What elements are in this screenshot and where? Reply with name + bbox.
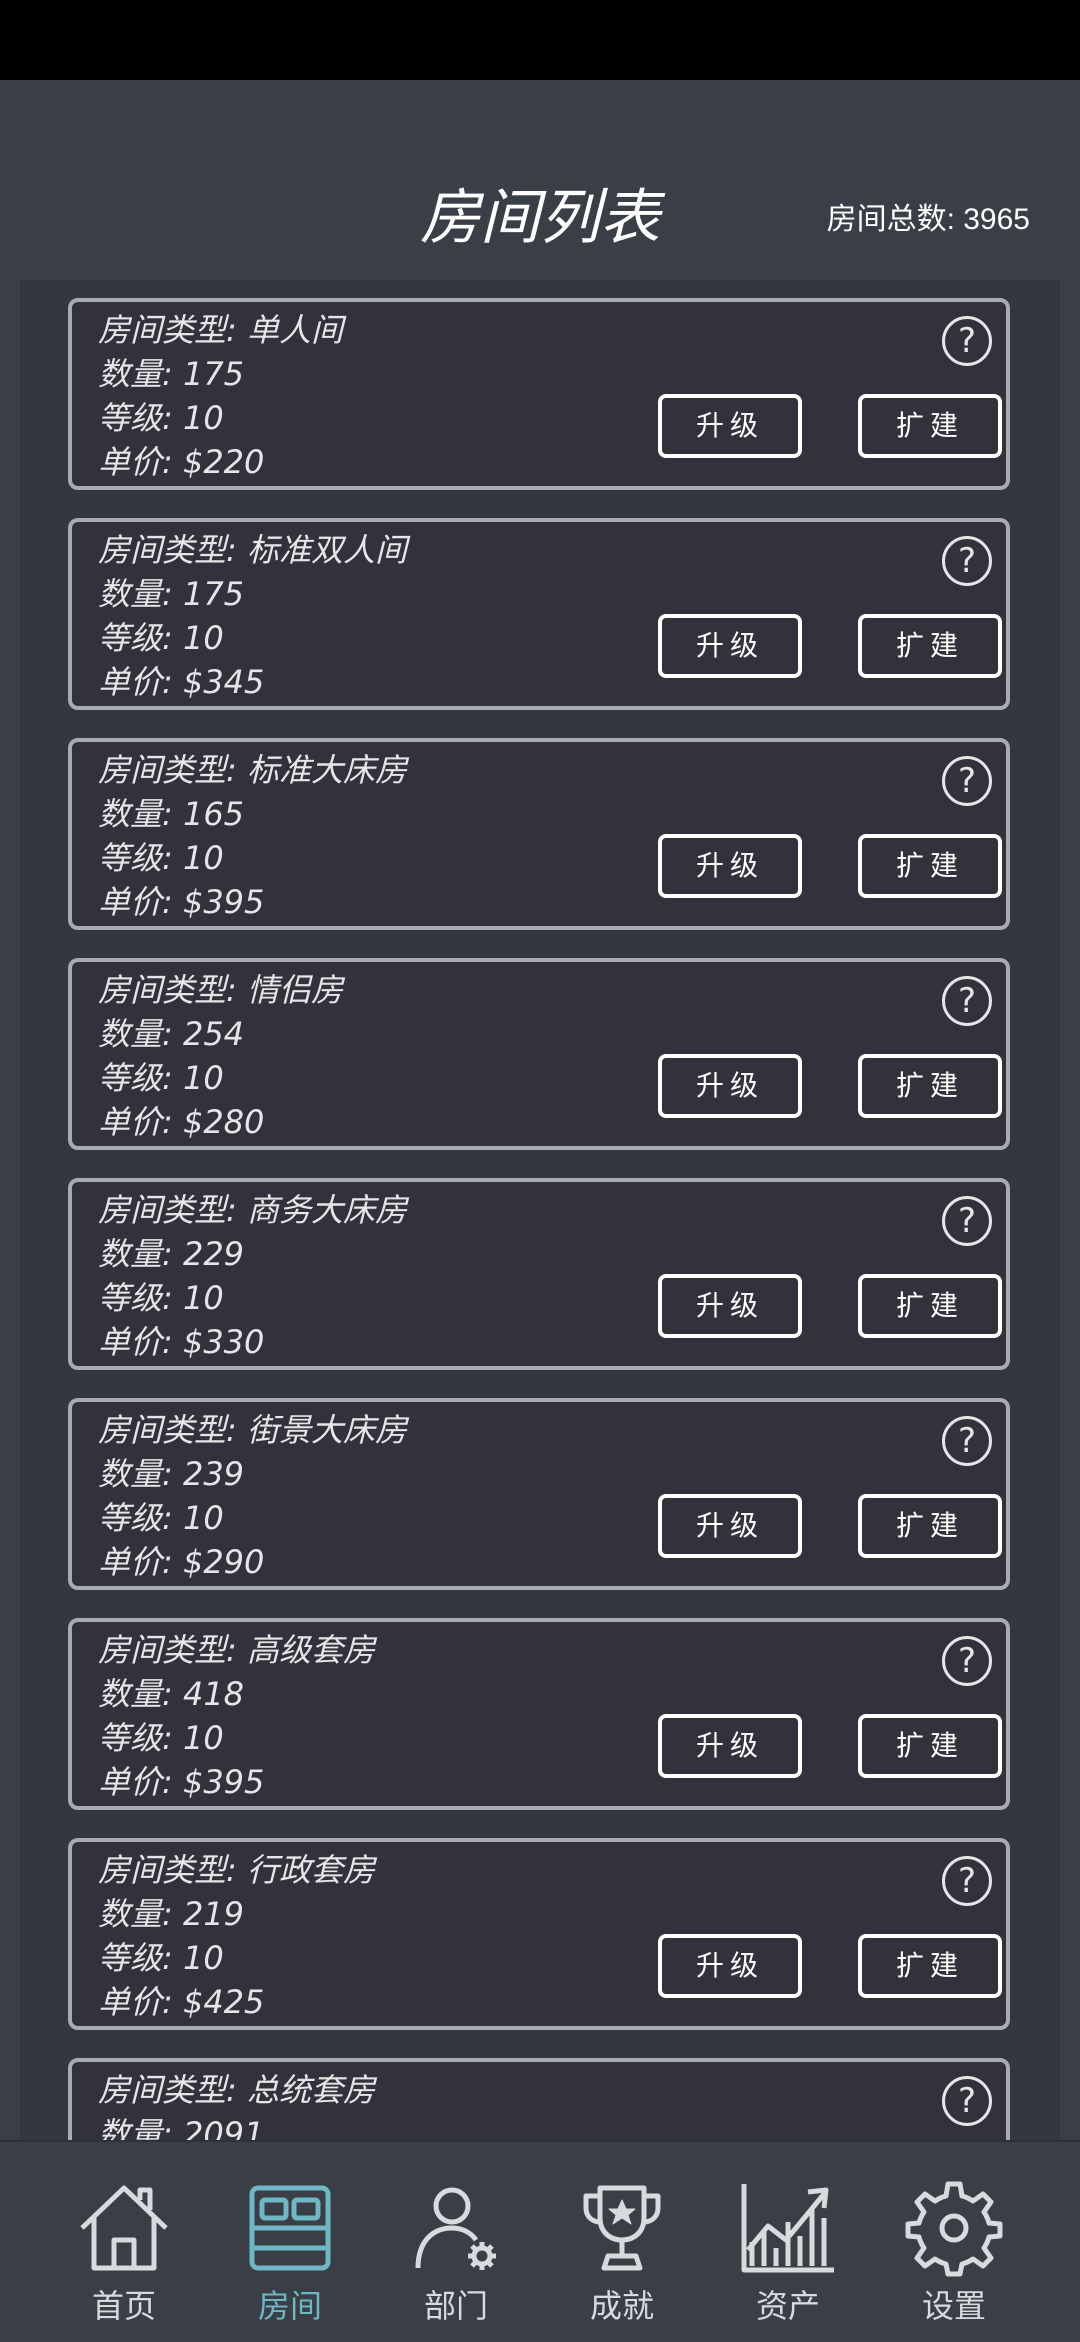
help-icon[interactable]: ? [942,2076,992,2126]
tab-label: 部门 [423,2287,488,2325]
tab-label: 设置 [921,2287,986,2325]
tab-assets[interactable]: 资产 [705,2142,871,2342]
tab-departments[interactable]: 部门 [373,2142,539,2342]
staff-gear-icon [415,2187,496,2270]
trophy-icon [583,2185,661,2271]
help-icon[interactable]: ? [942,1196,992,1246]
room-card: 房间类型: 行政套房 数量: 219 等级: 10 单价: $425 ? 升级 … [68,1838,1010,2030]
help-icon[interactable]: ? [942,976,992,1026]
bottom-tab-bar: 首页 房间 部门 成就 资产 设置 [0,2140,1080,2342]
expand-button[interactable]: 扩建 [858,1274,1002,1338]
help-icon[interactable]: ? [942,756,992,806]
upgrade-button[interactable]: 升级 [658,1934,802,1998]
expand-button[interactable]: 扩建 [858,614,1002,678]
room-type: 房间类型: 单人间 [98,311,343,349]
tab-label: 成就 [589,2287,654,2325]
room-level: 等级: 10 [98,1939,224,1977]
expand-button[interactable]: 扩建 [858,1054,1002,1118]
bed-icon [249,2185,331,2271]
room-count: 数量: 254 [98,1015,245,1053]
upgrade-button[interactable]: 升级 [658,1494,802,1558]
tab-achievements[interactable]: 成就 [539,2142,705,2342]
tab-rooms[interactable]: 房间 [207,2142,373,2342]
total-room-count: 房间总数: 3965 [826,203,1030,236]
room-price: 单价: $395 [98,883,265,921]
room-card: 房间类型: 街景大床房 数量: 239 等级: 10 单价: $290 ? 升级… [68,1398,1010,1590]
room-type: 房间类型: 街景大床房 [98,1411,407,1449]
expand-button[interactable]: 扩建 [858,394,1002,458]
home-icon [80,2185,168,2271]
upgrade-button[interactable]: 升级 [658,1054,802,1118]
help-icon[interactable]: ? [942,1636,992,1686]
room-type: 房间类型: 总统套房 [98,2071,375,2109]
upgrade-button[interactable]: 升级 [658,614,802,678]
room-price: 单价: $280 [98,1103,265,1141]
help-icon[interactable]: ? [942,536,992,586]
room-list[interactable]: 房间类型: 单人间 数量: 175 等级: 10 单价: $220 ? 升级 扩… [20,280,1060,2140]
room-count: 数量: 175 [98,575,245,613]
status-bar [0,0,1080,80]
expand-button[interactable]: 扩建 [858,1494,1002,1558]
room-card: 房间类型: 标准大床房 数量: 165 等级: 10 单价: $395 ? 升级… [68,738,1010,930]
gear-icon [905,2181,1003,2277]
room-level: 等级: 10 [98,839,224,877]
help-icon[interactable]: ? [942,1416,992,1466]
room-price: 单价: $330 [98,1323,265,1361]
room-level: 等级: 10 [98,1279,224,1317]
room-type: 房间类型: 商务大床房 [98,1191,407,1229]
room-price: 单价: $345 [98,663,265,701]
upgrade-button[interactable]: 升级 [658,1714,802,1778]
upgrade-button[interactable]: 升级 [658,1274,802,1338]
room-card: 房间类型: 单人间 数量: 175 等级: 10 单价: $220 ? 升级 扩… [68,298,1010,490]
help-icon[interactable]: ? [942,1856,992,1906]
room-price: 单价: $220 [98,443,265,481]
room-type: 房间类型: 标准大床房 [98,751,407,789]
room-type: 房间类型: 行政套房 [98,1851,375,1889]
tab-label: 首页 [91,2287,156,2325]
tab-label: 房间 [257,2287,322,2325]
room-count: 数量: 229 [98,1235,245,1273]
tab-home[interactable]: 首页 [41,2142,207,2342]
room-card: 房间类型: 高级套房 数量: 418 等级: 10 单价: $395 ? 升级 … [68,1618,1010,1810]
chart-icon [741,2184,834,2273]
expand-button[interactable]: 扩建 [858,834,1002,898]
room-price: 单价: $395 [98,1763,265,1801]
room-level: 等级: 10 [98,1059,224,1097]
tab-settings[interactable]: 设置 [871,2142,1037,2342]
room-count: 数量: 165 [98,795,245,833]
room-type: 房间类型: 高级套房 [98,1631,375,1669]
room-card: 房间类型: 标准双人间 数量: 175 等级: 10 单价: $345 ? 升级… [68,518,1010,710]
upgrade-button[interactable]: 升级 [658,834,802,898]
room-level: 等级: 10 [98,619,224,657]
expand-button[interactable]: 扩建 [858,1934,1002,1998]
upgrade-button[interactable]: 升级 [658,394,802,458]
room-level: 等级: 10 [98,1719,224,1757]
room-type: 房间类型: 情侣房 [98,971,343,1009]
expand-button[interactable]: 扩建 [858,1714,1002,1778]
room-count: 数量: 418 [98,1675,245,1713]
room-price: 单价: $425 [98,1983,265,2021]
tab-label: 资产 [755,2287,820,2325]
room-count: 数量: 219 [98,1895,245,1933]
room-card: 房间类型: 总统套房 数量: 2091 ? [68,2058,1010,2140]
room-count: 数量: 239 [98,1455,245,1493]
room-card: 房间类型: 商务大床房 数量: 229 等级: 10 单价: $330 ? 升级… [68,1178,1010,1370]
room-card: 房间类型: 情侣房 数量: 254 等级: 10 单价: $280 ? 升级 扩… [68,958,1010,1150]
room-count: 数量: 175 [98,355,245,393]
room-type: 房间类型: 标准双人间 [98,531,407,569]
room-level: 等级: 10 [98,1499,224,1537]
room-count: 数量: 2091 [98,2115,265,2140]
room-price: 单价: $290 [98,1543,265,1581]
help-icon[interactable]: ? [942,316,992,366]
room-level: 等级: 10 [98,399,224,437]
